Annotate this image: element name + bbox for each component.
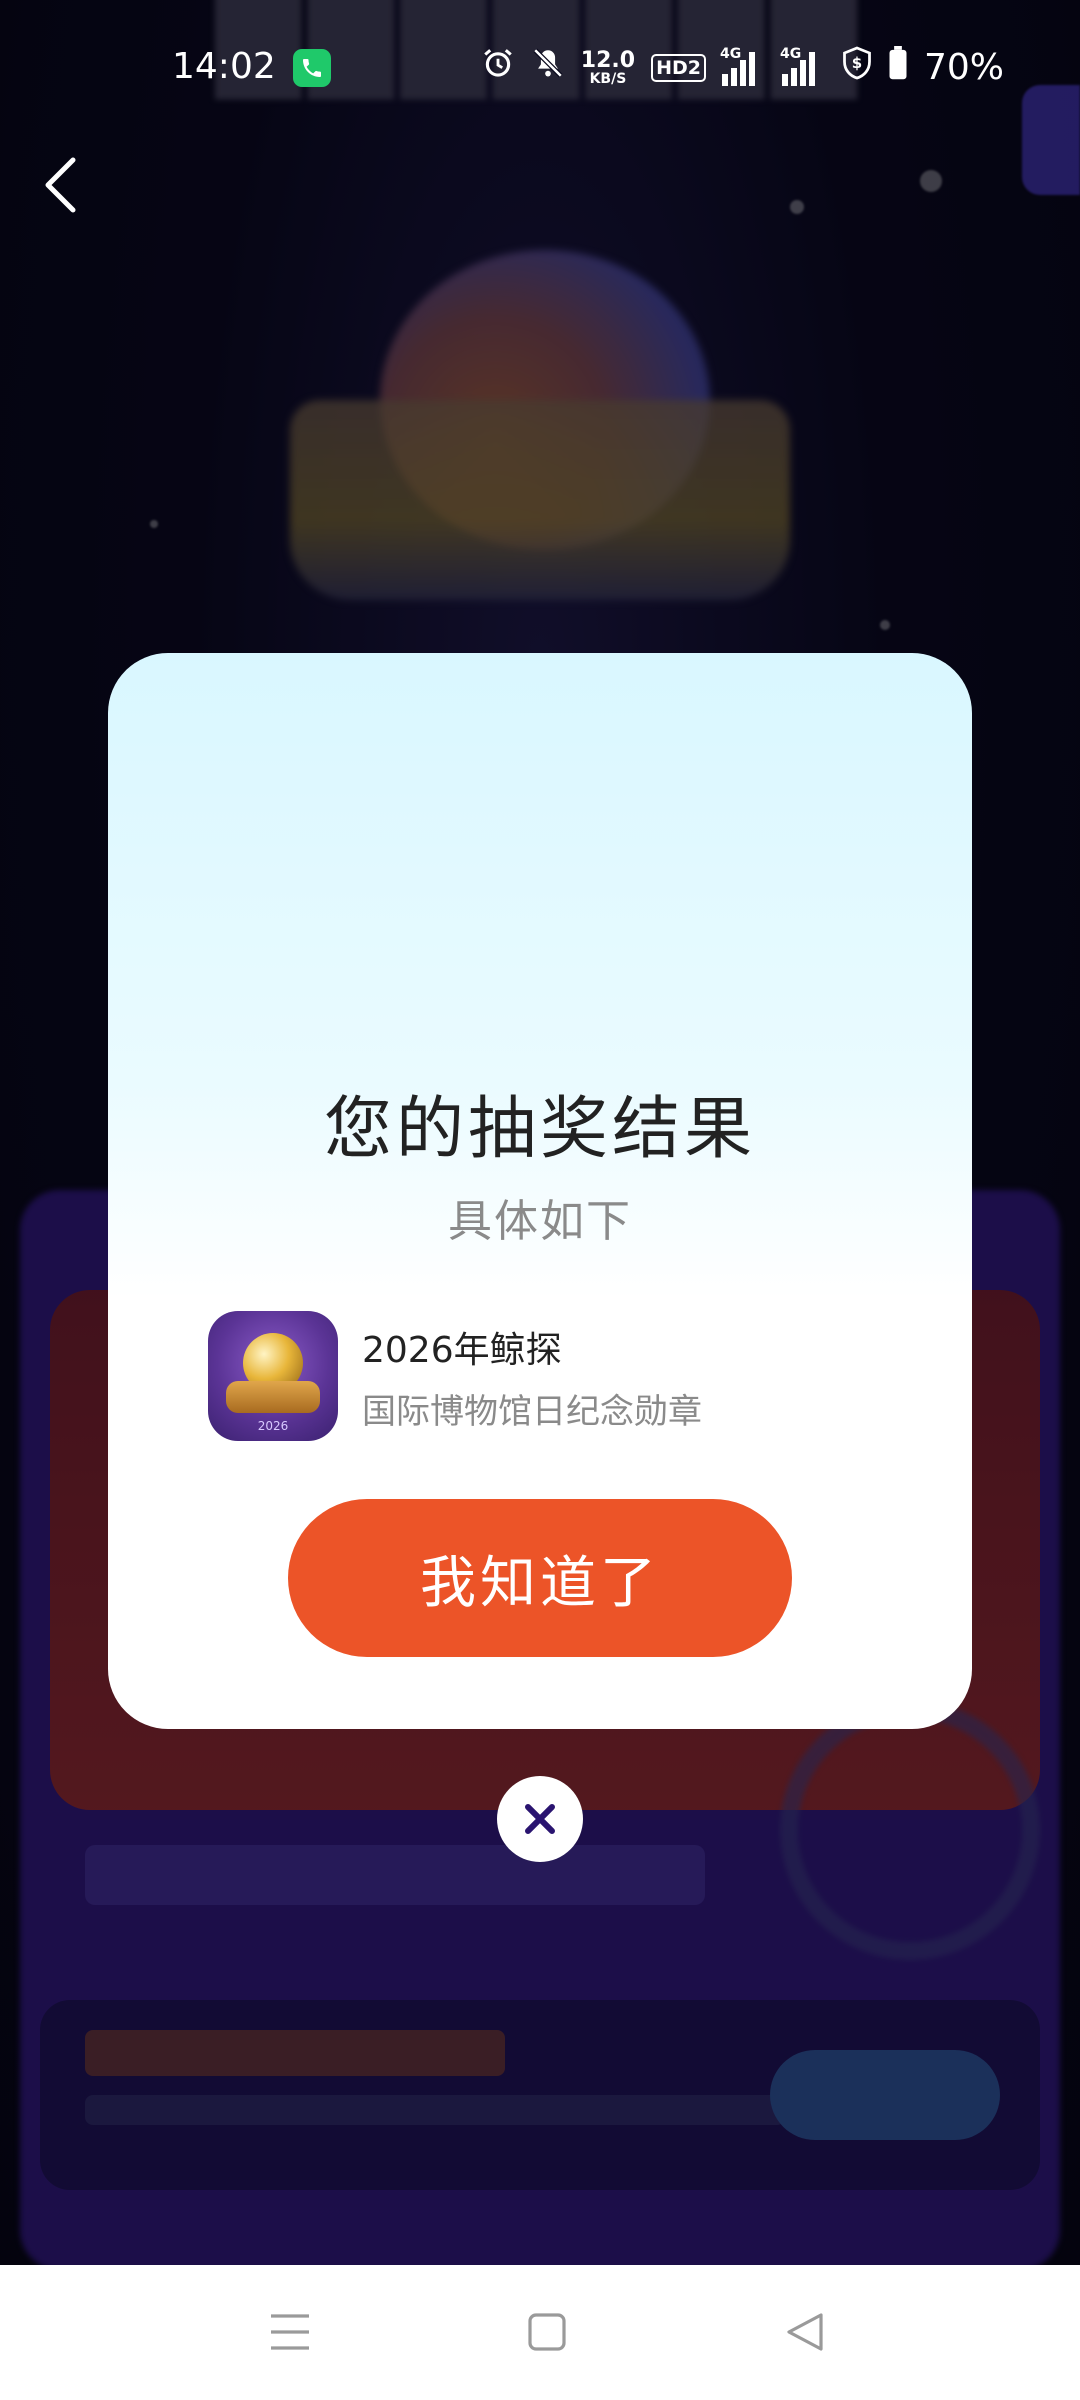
menu-nav-button[interactable] bbox=[255, 2297, 325, 2367]
alarm-icon bbox=[481, 46, 515, 89]
signal-icon: 4G bbox=[780, 46, 826, 86]
close-icon bbox=[525, 1804, 555, 1834]
menu-icon bbox=[271, 2314, 309, 2350]
network-speed: 12.0 KB/S bbox=[580, 47, 636, 87]
dialog-subtitle: 具体如下 bbox=[448, 1196, 632, 1247]
signal-icon: 4G bbox=[720, 46, 766, 86]
lottery-result-dialog: 您的抽奖结果 具体如下 2026 2026年鲸探 国际博物馆日纪念勋章 我知道了 bbox=[108, 653, 972, 1729]
back-button[interactable] bbox=[30, 150, 90, 220]
svg-text:$: $ bbox=[852, 54, 862, 72]
home-nav-button[interactable] bbox=[512, 2297, 582, 2367]
status-bar: 14:02 12.0 KB/S HD2 4G 4G $ 70% bbox=[0, 0, 1080, 140]
dialog-title: 您的抽奖结果 bbox=[323, 1090, 756, 1169]
close-dialog-button[interactable] bbox=[497, 1776, 583, 1862]
battery-percent: 70% bbox=[923, 47, 1004, 88]
phone-call-icon bbox=[293, 49, 331, 87]
status-icons: 12.0 KB/S HD2 4G 4G $ 70% bbox=[481, 46, 1004, 89]
home-square-icon bbox=[528, 2313, 566, 2351]
chevron-left-icon bbox=[45, 157, 76, 213]
status-time: 14:02 bbox=[172, 46, 276, 87]
prize-description: 国际博物馆日纪念勋章 bbox=[362, 1392, 702, 1432]
mute-icon bbox=[531, 46, 565, 89]
prize-name: 2026年鲸探 bbox=[362, 1330, 562, 1371]
back-triangle-icon bbox=[787, 2313, 823, 2351]
vpn-shield-icon: $ bbox=[842, 46, 872, 89]
back-nav-button[interactable] bbox=[770, 2297, 840, 2367]
hd-voice-icon: HD2 bbox=[651, 53, 706, 82]
system-navigation-bar bbox=[0, 2265, 1080, 2400]
prize-medal-thumbnail: 2026 bbox=[208, 1311, 338, 1441]
battery-icon bbox=[888, 46, 908, 89]
confirm-button[interactable]: 我知道了 bbox=[288, 1499, 792, 1657]
